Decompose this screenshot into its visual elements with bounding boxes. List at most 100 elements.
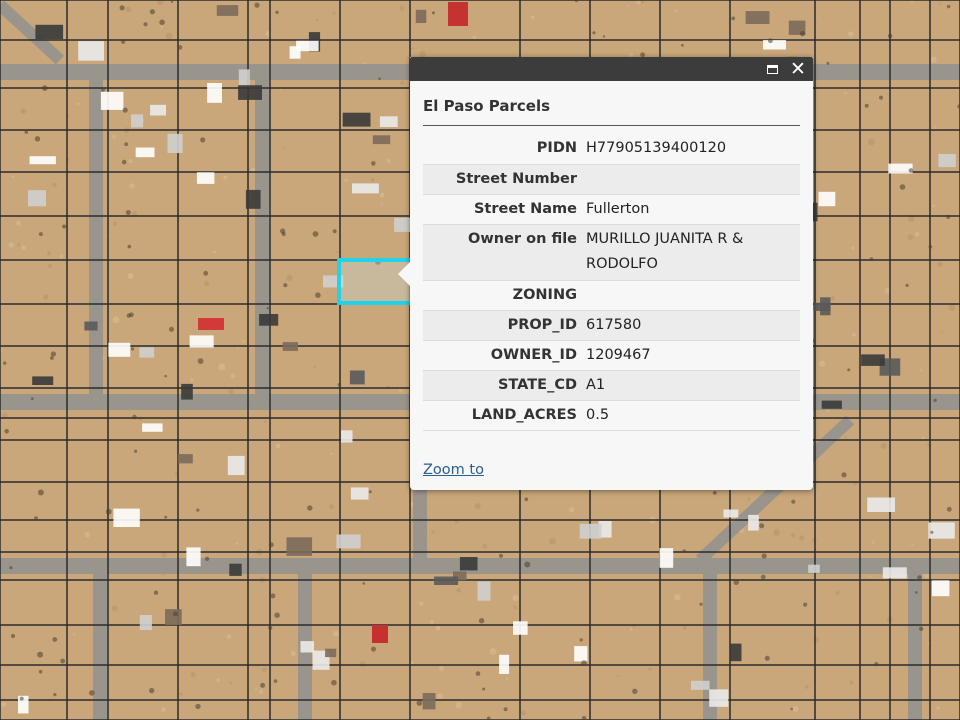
building	[932, 580, 950, 597]
ground-speckle	[165, 32, 173, 40]
building	[341, 430, 353, 443]
ground-speckle	[59, 254, 64, 258]
ground-speckle	[411, 47, 415, 50]
building	[32, 376, 54, 385]
shrub	[331, 679, 337, 686]
shrub	[37, 651, 44, 658]
shrub	[172, 611, 178, 617]
building	[131, 114, 144, 128]
shrub	[764, 655, 770, 661]
building	[238, 85, 262, 100]
shrub	[378, 77, 381, 80]
ground-speckle	[125, 6, 132, 13]
shrub	[371, 161, 376, 166]
ground-speckle	[482, 543, 488, 549]
shrub	[170, 0, 174, 3]
building	[282, 342, 298, 351]
shrub	[917, 575, 922, 580]
shrub	[879, 95, 883, 100]
shrub	[274, 612, 280, 618]
shrub	[60, 658, 66, 664]
building	[372, 625, 388, 643]
ground-speckle	[386, 158, 391, 163]
attribute-row: PIDN H77905139400120	[423, 134, 800, 165]
ground-speckle	[773, 529, 780, 536]
building	[165, 609, 182, 626]
shrub	[681, 43, 684, 47]
attribute-value: Fullerton	[586, 194, 800, 225]
zoom-to-link[interactable]: Zoom to	[423, 462, 484, 478]
shrub	[270, 593, 276, 599]
shrub	[486, 716, 491, 720]
building	[139, 347, 155, 358]
building	[325, 648, 337, 658]
ground-speckle	[569, 507, 575, 513]
shrub	[149, 687, 155, 694]
maximize-icon[interactable]	[763, 60, 781, 78]
shrub	[177, 45, 183, 50]
shrub	[89, 690, 95, 696]
shrub	[50, 351, 57, 357]
building	[259, 314, 279, 326]
ground-speckle	[16, 220, 21, 226]
shrub	[799, 30, 806, 37]
shrub	[368, 490, 372, 494]
building	[350, 487, 369, 500]
shrub	[579, 638, 583, 642]
building	[336, 534, 361, 549]
shrub	[4, 429, 9, 434]
ground-speckle	[218, 363, 226, 371]
attribute-label: Street Name	[423, 194, 586, 225]
ground-speckle	[851, 246, 855, 250]
shrub	[121, 159, 127, 165]
ground-speckle	[212, 250, 216, 254]
building	[574, 646, 588, 662]
shrub	[42, 85, 48, 91]
ground-speckle	[456, 587, 462, 593]
shrub	[841, 472, 847, 478]
building	[434, 576, 459, 585]
ground-speckle	[790, 532, 796, 538]
ground-speckle	[747, 497, 751, 501]
shrub	[847, 368, 851, 372]
attribute-row: Owner on file MURILLO JUANITA R & RODOLFO	[423, 224, 800, 281]
attribute-row: PROP_ID 617580	[423, 310, 800, 341]
ground-speckle	[160, 25, 164, 29]
shrub	[768, 38, 773, 44]
attribute-row: OWNER_ID 1209467	[423, 340, 800, 371]
shrub	[307, 505, 313, 511]
shrub	[498, 553, 504, 558]
shrub	[416, 700, 423, 706]
ground-speckle	[8, 242, 14, 248]
shrub	[946, 214, 951, 219]
ground-speckle	[216, 678, 221, 683]
ground-speckle	[235, 542, 239, 545]
shrub	[908, 168, 914, 173]
ground-speckle	[84, 531, 91, 538]
attribute-label: Owner on file	[423, 224, 586, 281]
shrub	[699, 602, 703, 606]
ground-speckle	[868, 575, 872, 578]
ground-speckle	[399, 5, 405, 11]
building	[100, 91, 124, 110]
shrub	[760, 574, 766, 580]
ground-speckle	[1, 701, 7, 708]
ground-speckle	[455, 701, 463, 709]
ground-speckle	[399, 80, 405, 86]
close-icon[interactable]: ✕	[789, 60, 807, 79]
shrub	[251, 192, 258, 199]
shrub	[50, 356, 54, 360]
ground-speckle	[819, 360, 826, 367]
attribute-table: PIDN H77905139400120 Street Number Street N…	[423, 134, 800, 431]
building	[691, 680, 710, 690]
shrub	[905, 283, 909, 287]
shrub	[592, 31, 596, 35]
shrub	[503, 707, 508, 712]
shrub	[887, 33, 893, 39]
ground-speckle	[429, 619, 434, 625]
ground-speckle	[648, 667, 652, 671]
ground-speckle	[258, 689, 264, 694]
building	[867, 497, 895, 512]
ground-speckle	[286, 274, 293, 282]
ground-speckle	[379, 192, 385, 198]
